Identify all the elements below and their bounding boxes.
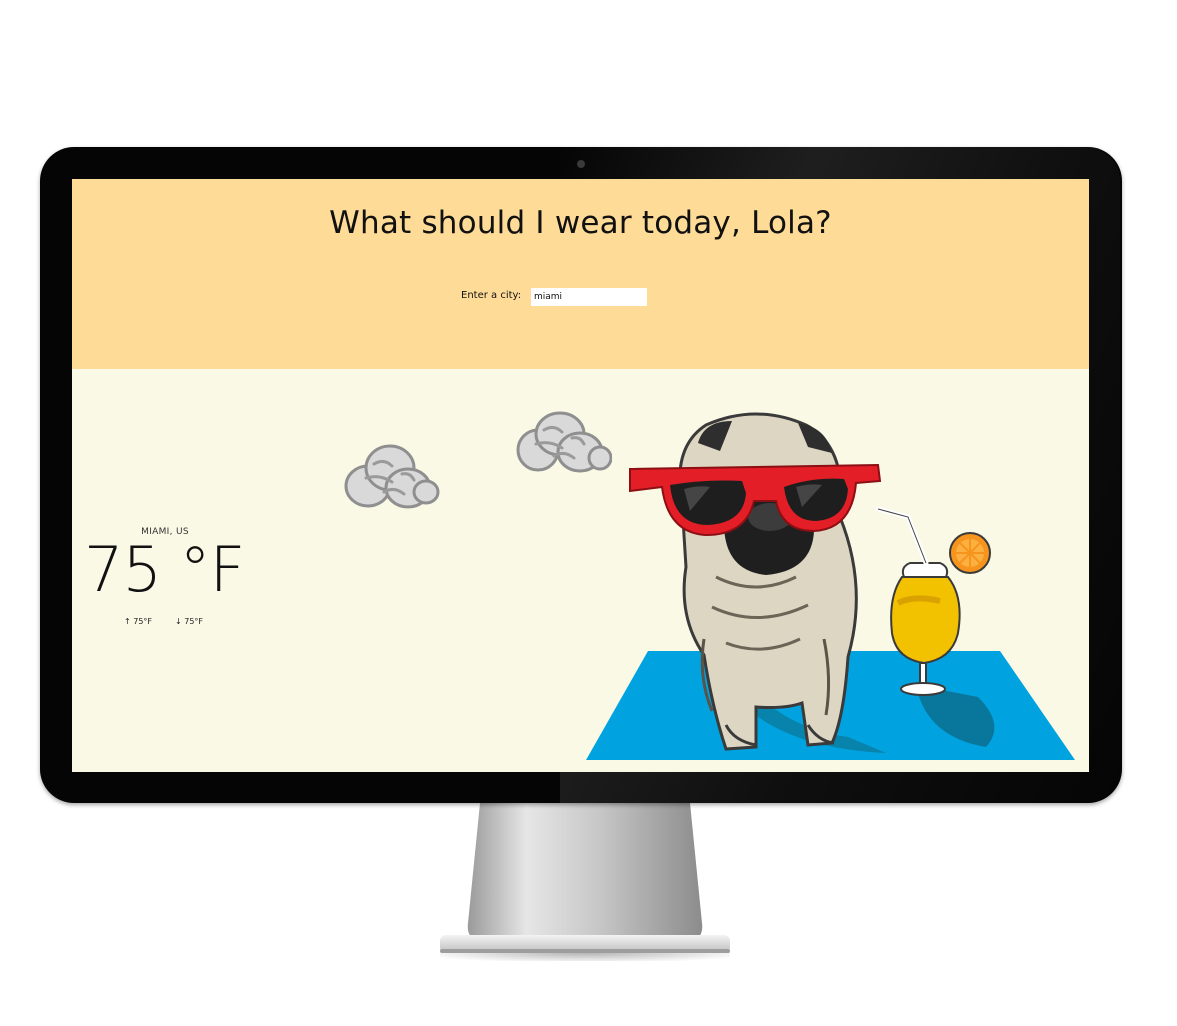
header-section: What should I wear today, Lola? Enter a … xyxy=(72,179,1089,369)
current-temperature: 75 °F xyxy=(84,533,245,606)
pug-illustration xyxy=(586,412,1075,760)
page-title: What should I wear today, Lola? xyxy=(329,205,832,241)
city-input-label: Enter a city: xyxy=(461,290,522,301)
webcam-icon xyxy=(577,160,585,168)
cloud-icon xyxy=(344,444,440,509)
desktop-monitor-mockup: What should I wear today, Lola? Enter a … xyxy=(0,0,1177,1026)
app-screen: What should I wear today, Lola? Enter a … xyxy=(72,179,1089,772)
city-search-input[interactable] xyxy=(531,288,647,306)
high-temperature: ↑ 75°F xyxy=(124,617,153,626)
monitor-stand xyxy=(440,803,730,961)
low-temperature: ↓ 75°F xyxy=(175,617,204,626)
